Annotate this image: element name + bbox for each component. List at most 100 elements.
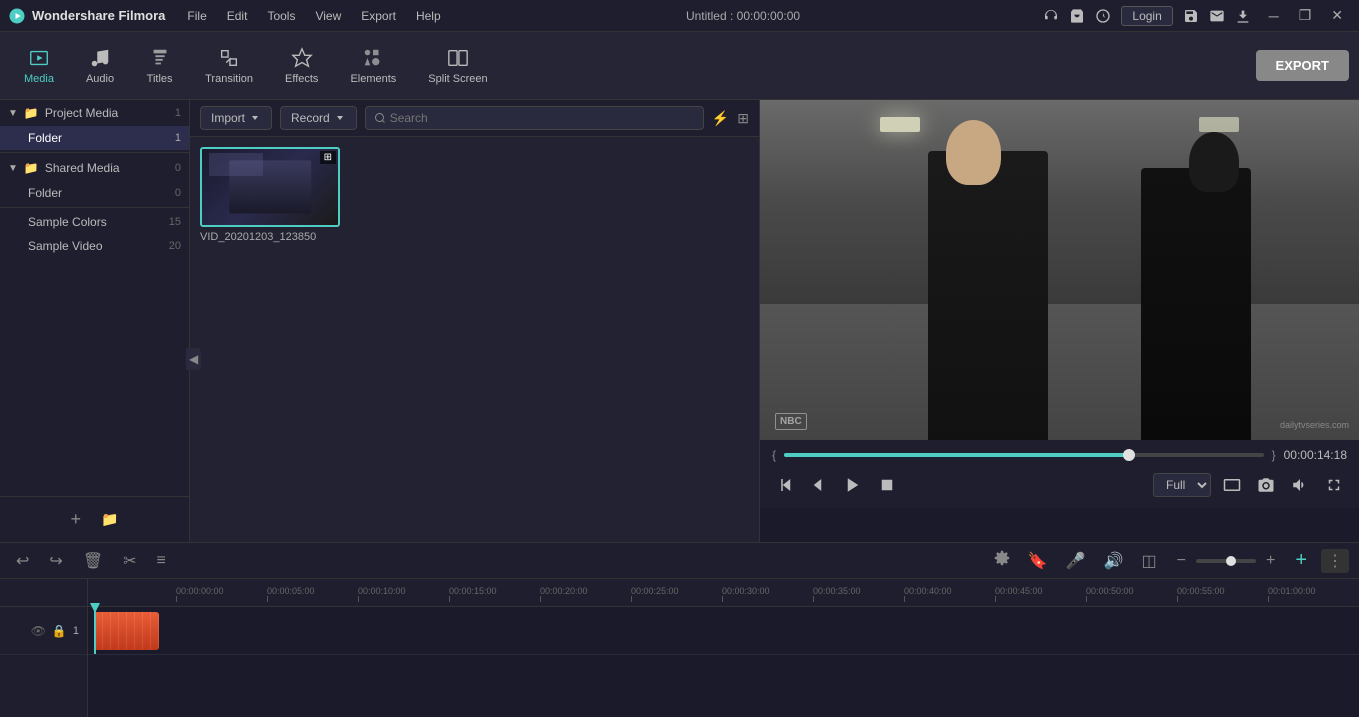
menu-export[interactable]: Export xyxy=(359,5,398,27)
menu-view[interactable]: View xyxy=(313,5,343,27)
zoom-out-button[interactable]: − xyxy=(1171,550,1192,572)
tool-split-screen[interactable]: Split Screen xyxy=(414,41,501,91)
record-dropdown[interactable]: Record xyxy=(280,106,357,130)
track-number: 1 xyxy=(73,625,79,637)
zoom-thumb[interactable] xyxy=(1226,556,1236,566)
tool-effects[interactable]: Effects xyxy=(271,41,332,91)
audio-icon xyxy=(89,47,111,69)
clock-icon[interactable] xyxy=(1095,8,1111,24)
audio-mix-button[interactable]: ≡ xyxy=(151,550,172,572)
marker-button[interactable]: 🔖 xyxy=(1022,549,1054,573)
ruler-tick-7: 00:00:35:00 xyxy=(813,586,904,602)
volume-button[interactable] xyxy=(1287,472,1313,498)
grid-view-button[interactable]: ⊞ xyxy=(737,110,749,127)
menu-edit[interactable]: Edit xyxy=(225,5,250,27)
shared-media-header[interactable]: ▼ 📁 Shared Media 0 xyxy=(0,155,189,181)
track-row-1 xyxy=(88,607,1359,655)
menu-tools[interactable]: Tools xyxy=(265,5,297,27)
cart-icon[interactable] xyxy=(1069,8,1085,24)
tool-elements[interactable]: Elements xyxy=(336,41,410,91)
filmora-icon xyxy=(8,7,26,25)
step-back-button[interactable] xyxy=(772,472,798,498)
fullscreen-button[interactable] xyxy=(1321,472,1347,498)
cut-button[interactable]: ✂ xyxy=(117,549,142,573)
bracket-close: } xyxy=(1272,448,1276,462)
timeline-ruler: 00:00:00:00 00:00:05:00 00:00:10:00 00:0… xyxy=(88,579,1359,607)
timeline-more-button[interactable]: ⋮ xyxy=(1321,549,1349,573)
preview-panel: NBC dailytvseries.com { } 00:00:14:18 xyxy=(759,100,1359,542)
login-button[interactable]: Login xyxy=(1121,6,1172,26)
tool-transition[interactable]: Transition xyxy=(191,41,267,91)
ruler-tick-4: 00:00:20:00 xyxy=(540,586,631,602)
tool-audio[interactable]: Audio xyxy=(72,41,128,91)
stop-button[interactable] xyxy=(874,472,900,498)
zoom-control: − + xyxy=(1171,550,1282,572)
new-folder-button[interactable]: 📁 xyxy=(101,511,118,528)
export-button[interactable]: EXPORT xyxy=(1256,50,1349,81)
ruler-tick-5: 00:00:25:00 xyxy=(631,586,722,602)
ruler-tick-10: 00:00:50:00 xyxy=(1086,586,1177,602)
ruler-tick-3: 00:00:15:00 xyxy=(449,586,540,602)
voiceover-button[interactable]: 🎤 xyxy=(1060,549,1092,573)
close-gap-button[interactable]: ◫ xyxy=(1136,549,1163,573)
preview-video-frame: NBC dailytvseries.com xyxy=(760,100,1359,440)
track-visibility-button[interactable]: 👁 xyxy=(31,624,46,638)
audio-detach-button[interactable]: 🔊 xyxy=(1098,549,1130,573)
window-controls: ─ ❐ ✕ xyxy=(1261,5,1351,26)
menu-file[interactable]: File xyxy=(185,5,208,27)
menu-help[interactable]: Help xyxy=(414,5,443,27)
sample-video-item[interactable]: Sample Video 20 xyxy=(0,234,189,258)
quality-select[interactable]: Full 1/2 1/4 xyxy=(1153,473,1211,497)
playhead[interactable] xyxy=(94,607,96,654)
project-folder-item[interactable]: Folder 1 xyxy=(0,126,189,150)
download-icon[interactable] xyxy=(1235,8,1251,24)
frame-back-button[interactable] xyxy=(806,472,832,498)
maximize-button[interactable]: ❐ xyxy=(1291,5,1320,26)
timeline-settings-button[interactable] xyxy=(988,548,1016,573)
zoom-track[interactable] xyxy=(1196,559,1256,563)
sample-colors-item[interactable]: Sample Colors 15 xyxy=(0,210,189,234)
aspect-ratio-button[interactable] xyxy=(1219,472,1245,498)
project-media-header[interactable]: ▼ 📁 Project Media 1 xyxy=(0,100,189,126)
import-dropdown[interactable]: Import xyxy=(200,106,272,130)
media-item[interactable]: ⊞ VID_20201203_123850 xyxy=(200,147,340,243)
headset-icon[interactable] xyxy=(1043,8,1059,24)
timeline-add-button[interactable]: + xyxy=(1289,547,1313,574)
tool-media[interactable]: Media xyxy=(10,41,68,91)
progress-fill xyxy=(784,453,1129,457)
track-clip[interactable] xyxy=(94,612,159,650)
search-box[interactable] xyxy=(365,106,704,130)
undo-button[interactable]: ↩ xyxy=(10,549,35,573)
add-media-button[interactable]: + xyxy=(71,509,82,530)
close-button[interactable]: ✕ xyxy=(1323,5,1351,26)
track-labels: 👁 🔒 1 xyxy=(0,579,88,717)
progress-thumb[interactable] xyxy=(1123,449,1135,461)
save-icon[interactable] xyxy=(1183,8,1199,24)
panel-collapse-btn[interactable]: ◀ xyxy=(186,348,201,370)
play-button[interactable] xyxy=(840,472,866,498)
menu-bar: File Edit Tools View Export Help xyxy=(185,5,442,27)
media-thumbnail[interactable]: ⊞ xyxy=(200,147,340,227)
progress-bar-area: { } 00:00:14:18 xyxy=(772,440,1347,466)
sample-colors-count: 15 xyxy=(169,216,181,228)
zoom-in-button[interactable]: + xyxy=(1260,550,1281,572)
watermark-nbc: NBC xyxy=(775,413,807,430)
redo-button[interactable]: ↪ xyxy=(43,549,68,573)
shared-folder-item[interactable]: Folder 0 xyxy=(0,181,189,205)
media-view-icons: ⚡ ⊞ xyxy=(712,110,749,127)
step-back-icon xyxy=(776,476,794,494)
shared-media-section: ▼ 📁 Shared Media 0 Folder 0 xyxy=(0,155,189,205)
project-folder-count: 1 xyxy=(175,132,181,144)
titles-icon xyxy=(149,47,171,69)
minimize-button[interactable]: ─ xyxy=(1261,5,1287,26)
filter-button[interactable]: ⚡ xyxy=(712,110,729,127)
delete-button[interactable]: 🗑 xyxy=(77,549,109,573)
tool-titles[interactable]: Titles xyxy=(132,41,187,91)
screenshot-button[interactable] xyxy=(1253,472,1279,498)
track-lock-button[interactable]: 🔒 xyxy=(52,624,67,638)
progress-track[interactable] xyxy=(784,453,1264,457)
search-input[interactable] xyxy=(390,111,695,125)
timeline: ↩ ↪ 🗑 ✂ ≡ 🔖 🎤 🔊 ◫ − + + ⋮ xyxy=(0,542,1359,717)
mail-icon[interactable] xyxy=(1209,8,1225,24)
shared-media-count: 0 xyxy=(175,162,181,174)
